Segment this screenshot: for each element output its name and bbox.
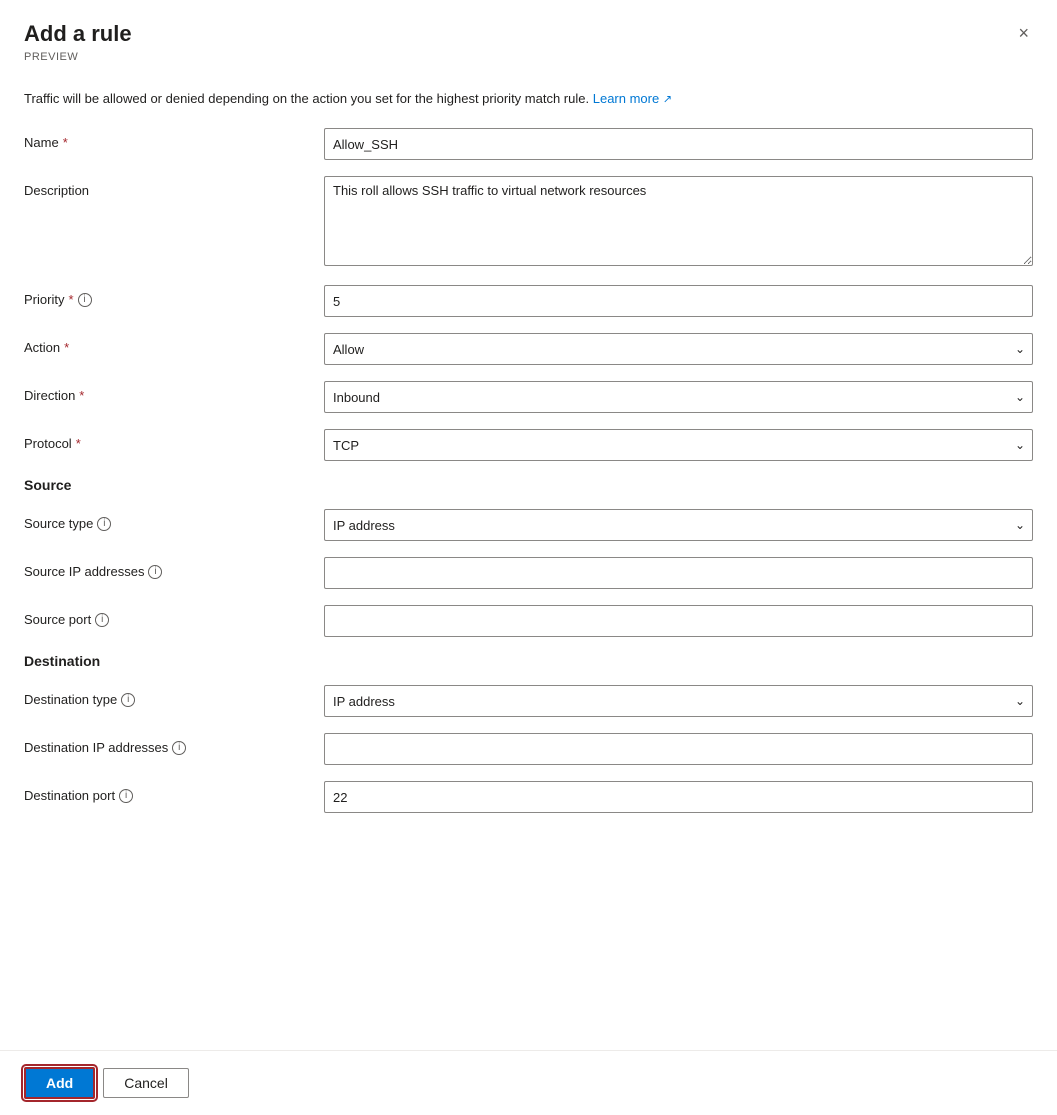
- external-link-icon: ↗: [663, 93, 672, 105]
- source-ip-label: Source IP addresses i: [24, 557, 324, 579]
- priority-label: Priority * i: [24, 285, 324, 307]
- source-ip-row: Source IP addresses i: [24, 557, 1033, 589]
- add-button[interactable]: Add: [24, 1067, 95, 1099]
- protocol-label: Protocol *: [24, 429, 324, 451]
- description-row: Description This roll allows SSH traffic…: [24, 176, 1033, 269]
- dialog-title: Add a rule: [24, 20, 132, 49]
- priority-control: [324, 285, 1033, 317]
- dest-port-input[interactable]: [324, 781, 1033, 813]
- info-text: Traffic will be allowed or denied depend…: [24, 89, 1033, 109]
- destination-section-heading: Destination: [24, 653, 1033, 669]
- dest-ip-row: Destination IP addresses i: [24, 733, 1033, 765]
- action-control: Allow Deny ⌄: [324, 333, 1033, 365]
- source-port-row: Source port i: [24, 605, 1033, 637]
- dialog-footer: Add Cancel: [0, 1050, 1057, 1115]
- dest-port-label: Destination port i: [24, 781, 324, 803]
- protocol-row: Protocol * TCP UDP Any ICMP ⌄: [24, 429, 1033, 461]
- name-input[interactable]: [324, 128, 1033, 160]
- direction-control: Inbound Outbound ⌄: [324, 381, 1033, 413]
- source-port-control: [324, 605, 1033, 637]
- dest-type-info-icon[interactable]: i: [121, 693, 135, 707]
- learn-more-link[interactable]: Learn more ↗: [593, 91, 672, 106]
- priority-row: Priority * i: [24, 285, 1033, 317]
- protocol-select[interactable]: TCP UDP Any ICMP: [324, 429, 1033, 461]
- priority-required: *: [68, 292, 73, 307]
- add-rule-dialog: Add a rule PREVIEW × Traffic will be all…: [0, 0, 1057, 1115]
- action-select-wrapper: Allow Deny ⌄: [324, 333, 1033, 365]
- source-type-select-wrapper: IP address Service Tag Application secur…: [324, 509, 1033, 541]
- source-type-select[interactable]: IP address Service Tag Application secur…: [324, 509, 1033, 541]
- dialog-title-block: Add a rule PREVIEW: [24, 20, 132, 63]
- dialog-body: Traffic will be allowed or denied depend…: [0, 73, 1057, 1042]
- dest-port-control: [324, 781, 1033, 813]
- dest-type-label: Destination type i: [24, 685, 324, 707]
- action-required: *: [64, 340, 69, 355]
- name-label: Name *: [24, 128, 324, 150]
- direction-row: Direction * Inbound Outbound ⌄: [24, 381, 1033, 413]
- dest-port-row: Destination port i: [24, 781, 1033, 813]
- protocol-control: TCP UDP Any ICMP ⌄: [324, 429, 1033, 461]
- name-control: [324, 128, 1033, 160]
- dialog-subtitle: PREVIEW: [24, 51, 132, 63]
- source-port-info-icon[interactable]: i: [95, 613, 109, 627]
- priority-input[interactable]: [324, 285, 1033, 317]
- dest-type-select-wrapper: IP address Service Tag Application secur…: [324, 685, 1033, 717]
- name-required: *: [63, 135, 68, 150]
- source-type-info-icon[interactable]: i: [97, 517, 111, 531]
- cancel-button[interactable]: Cancel: [103, 1068, 189, 1098]
- protocol-required: *: [76, 436, 81, 451]
- direction-label: Direction *: [24, 381, 324, 403]
- action-label: Action *: [24, 333, 324, 355]
- dest-type-row: Destination type i IP address Service Ta…: [24, 685, 1033, 717]
- dest-ip-control: [324, 733, 1033, 765]
- direction-select-wrapper: Inbound Outbound ⌄: [324, 381, 1033, 413]
- description-input[interactable]: This roll allows SSH traffic to virtual …: [324, 176, 1033, 266]
- source-type-row: Source type i IP address Service Tag App…: [24, 509, 1033, 541]
- source-port-label: Source port i: [24, 605, 324, 627]
- description-label: Description: [24, 176, 324, 198]
- source-port-input[interactable]: [324, 605, 1033, 637]
- source-section-heading: Source: [24, 477, 1033, 493]
- close-button[interactable]: ×: [1014, 20, 1033, 46]
- dest-port-info-icon[interactable]: i: [119, 789, 133, 803]
- description-control: This roll allows SSH traffic to virtual …: [324, 176, 1033, 269]
- protocol-select-wrapper: TCP UDP Any ICMP ⌄: [324, 429, 1033, 461]
- source-ip-input[interactable]: [324, 557, 1033, 589]
- direction-select[interactable]: Inbound Outbound: [324, 381, 1033, 413]
- priority-info-icon[interactable]: i: [78, 293, 92, 307]
- source-ip-control: [324, 557, 1033, 589]
- dest-ip-input[interactable]: [324, 733, 1033, 765]
- dest-type-control: IP address Service Tag Application secur…: [324, 685, 1033, 717]
- action-row: Action * Allow Deny ⌄: [24, 333, 1033, 365]
- name-row: Name *: [24, 128, 1033, 160]
- dialog-header: Add a rule PREVIEW ×: [0, 0, 1057, 73]
- direction-required: *: [79, 388, 84, 403]
- source-type-control: IP address Service Tag Application secur…: [324, 509, 1033, 541]
- dest-type-select[interactable]: IP address Service Tag Application secur…: [324, 685, 1033, 717]
- action-select[interactable]: Allow Deny: [324, 333, 1033, 365]
- dest-ip-info-icon[interactable]: i: [172, 741, 186, 755]
- source-type-label: Source type i: [24, 509, 324, 531]
- dest-ip-label: Destination IP addresses i: [24, 733, 324, 755]
- source-ip-info-icon[interactable]: i: [148, 565, 162, 579]
